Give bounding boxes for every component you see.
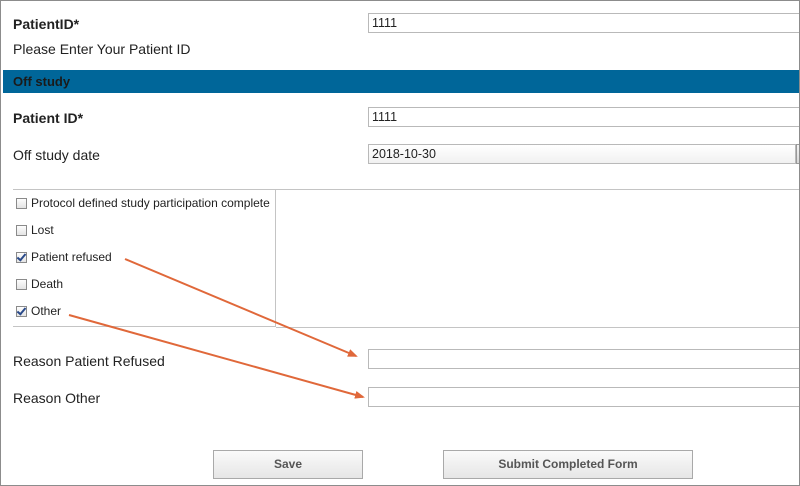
reason-checkbox-protocol-complete[interactable]: Protocol defined study participation com… <box>16 196 270 210</box>
off-study-patient-id-input[interactable]: 1111 <box>368 107 799 127</box>
reason-checkbox-death[interactable]: Death <box>16 277 63 291</box>
reason-label: Protocol defined study participation com… <box>31 196 270 210</box>
reason-checkbox-other[interactable]: Other <box>16 304 61 318</box>
save-button[interactable]: Save <box>213 450 363 479</box>
reason-checkbox-lost[interactable]: Lost <box>16 223 54 237</box>
patientid-label: PatientID* <box>13 16 80 32</box>
reason-label: Patient refused <box>31 250 112 264</box>
off-study-patient-id-label: Patient ID* <box>13 110 84 126</box>
off-study-date-label: Off study date <box>13 147 100 163</box>
reason-checkbox-patient-refused[interactable]: Patient refused <box>16 250 112 264</box>
checkbox-icon[interactable] <box>16 197 27 209</box>
divider-bottom <box>276 327 799 328</box>
reason-label: Lost <box>31 223 54 237</box>
form-window: PatientID* 1111 Please Enter Your Patien… <box>0 0 800 486</box>
patientid-hint: Please Enter Your Patient ID <box>13 41 191 57</box>
section-header-off-study: Off study <box>3 70 799 93</box>
reason-other-input[interactable] <box>368 387 799 407</box>
reason-label: Death <box>31 277 64 291</box>
off-study-date-input[interactable]: 2018-10-30 <box>368 144 796 164</box>
section-title: Off study <box>13 74 71 89</box>
reason-refused-label: Reason Patient Refused <box>13 353 165 369</box>
checkbox-icon[interactable] <box>16 278 27 290</box>
reason-refused-input[interactable] <box>368 349 799 369</box>
reason-label: Other <box>31 304 62 318</box>
date-picker-button[interactable] <box>796 144 799 164</box>
reason-other-label: Reason Other <box>13 390 101 406</box>
checkbox-icon[interactable] <box>16 224 27 236</box>
patientid-input[interactable]: 1111 <box>368 13 799 33</box>
checkbox-checked-icon[interactable] <box>16 305 27 317</box>
submit-completed-form-button[interactable]: Submit Completed Form <box>443 450 693 479</box>
checkbox-checked-icon[interactable] <box>16 251 27 263</box>
